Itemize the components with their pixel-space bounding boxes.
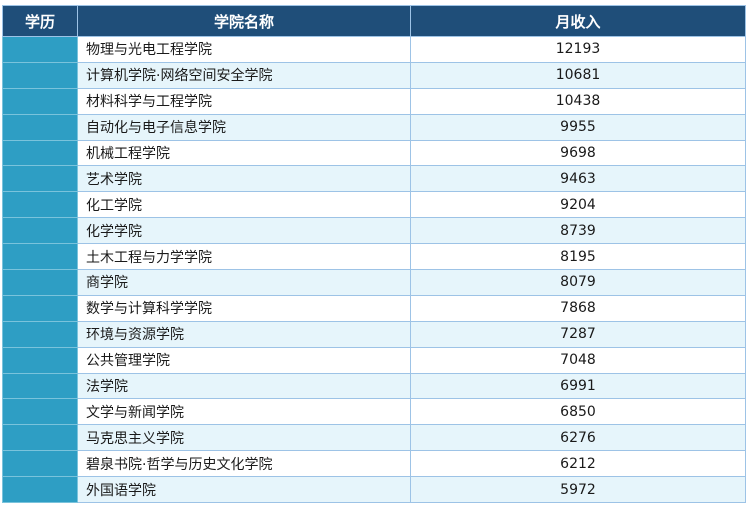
- table-row[interactable]: 化工学院 9204: [2, 191, 746, 219]
- degree-cell: [2, 398, 78, 426]
- college-name-cell: 土木工程与力学学院: [77, 243, 411, 271]
- monthly-income-cell: 6850: [410, 398, 746, 426]
- monthly-income-cell: 9955: [410, 113, 746, 141]
- college-name-cell: 机械工程学院: [77, 139, 411, 167]
- degree-cell: [2, 191, 78, 219]
- table-body: 物理与光电工程学院 12193 计算机学院·网络空间安全学院 10681 材料科学与工程…: [2, 36, 746, 504]
- monthly-income-cell: 9204: [410, 191, 746, 219]
- degree-cell: [2, 36, 78, 63]
- college-name-cell: 马克思主义学院: [77, 424, 411, 452]
- monthly-income-cell: 5972: [410, 476, 746, 504]
- college-name-cell: 艺术学院: [77, 165, 411, 193]
- monthly-income-cell: 9463: [410, 165, 746, 193]
- monthly-income-cell: 10438: [410, 87, 746, 115]
- monthly-income-cell: 12193: [410, 36, 746, 63]
- degree-cell: [2, 269, 78, 296]
- monthly-income-cell: 10681: [410, 61, 746, 89]
- monthly-income-cell: 7868: [410, 294, 746, 322]
- table-row[interactable]: 马克思主义学院 6276: [2, 424, 746, 452]
- college-income-table: 学历 学院名称 月收入 物理与光电工程学院 12193 计算机学院·网络空间安全学院…: [2, 5, 746, 504]
- degree-cell: [2, 113, 78, 141]
- income-table-container: 学历 学院名称 月收入 物理与光电工程学院 12193 计算机学院·网络空间安全学院…: [2, 5, 746, 504]
- degree-cell: [2, 424, 78, 452]
- degree-cell: [2, 346, 78, 374]
- college-name-cell: 自动化与电子信息学院: [77, 113, 411, 141]
- degree-cell: [2, 294, 78, 322]
- degree-cell: [2, 87, 78, 115]
- college-name-cell: 物理与光电工程学院: [77, 36, 411, 63]
- degree-cell: [2, 243, 78, 271]
- table-row[interactable]: 土木工程与力学学院 8195: [2, 243, 746, 271]
- table-row[interactable]: 环境与资源学院 7287: [2, 320, 746, 348]
- monthly-income-cell: 6212: [410, 450, 746, 478]
- table-header: 学历 学院名称 月收入: [2, 5, 746, 37]
- table-row[interactable]: 文学与新闻学院 6850: [2, 398, 746, 426]
- degree-cell: [2, 450, 78, 478]
- monthly-income-cell: 6276: [410, 424, 746, 452]
- table-row[interactable]: 物理与光电工程学院 12193: [2, 36, 746, 63]
- degree-cell: [2, 320, 78, 348]
- monthly-income-cell: 7287: [410, 320, 746, 348]
- table-row[interactable]: 化学学院 8739: [2, 217, 746, 245]
- header-college-name[interactable]: 学院名称: [77, 5, 411, 37]
- college-name-cell: 化学学院: [77, 217, 411, 245]
- table-row[interactable]: 商学院 8079: [2, 269, 746, 296]
- degree-cell: [2, 61, 78, 89]
- table-row[interactable]: 计算机学院·网络空间安全学院 10681: [2, 61, 746, 89]
- college-name-cell: 外国语学院: [77, 476, 411, 504]
- header-degree[interactable]: 学历: [2, 5, 78, 37]
- header-row: 学历 学院名称 月收入: [2, 5, 746, 37]
- table-row[interactable]: 公共管理学院 7048: [2, 346, 746, 374]
- degree-cell: [2, 372, 78, 400]
- monthly-income-cell: 8079: [410, 269, 746, 296]
- monthly-income-cell: 8195: [410, 243, 746, 271]
- college-name-cell: 文学与新闻学院: [77, 398, 411, 426]
- table-row[interactable]: 自动化与电子信息学院 9955: [2, 113, 746, 141]
- college-name-cell: 环境与资源学院: [77, 320, 411, 348]
- table-row[interactable]: 机械工程学院 9698: [2, 139, 746, 167]
- college-name-cell: 法学院: [77, 372, 411, 400]
- header-monthly-income[interactable]: 月收入: [410, 5, 746, 37]
- college-name-cell: 公共管理学院: [77, 346, 411, 374]
- table-row[interactable]: 数学与计算科学学院 7868: [2, 294, 746, 322]
- college-name-cell: 化工学院: [77, 191, 411, 219]
- table-row[interactable]: 外国语学院 5972: [2, 476, 746, 504]
- monthly-income-cell: 8739: [410, 217, 746, 245]
- monthly-income-cell: 9698: [410, 139, 746, 167]
- degree-cell: [2, 165, 78, 193]
- monthly-income-cell: 6991: [410, 372, 746, 400]
- degree-cell: [2, 476, 78, 504]
- college-name-cell: 计算机学院·网络空间安全学院: [77, 61, 411, 89]
- college-name-cell: 碧泉书院·哲学与历史文化学院: [77, 450, 411, 478]
- table-row[interactable]: 碧泉书院·哲学与历史文化学院 6212: [2, 450, 746, 478]
- table-row[interactable]: 艺术学院 9463: [2, 165, 746, 193]
- monthly-income-cell: 7048: [410, 346, 746, 374]
- table-row[interactable]: 材料科学与工程学院 10438: [2, 87, 746, 115]
- table-row[interactable]: 法学院 6991: [2, 372, 746, 400]
- college-name-cell: 数学与计算科学学院: [77, 294, 411, 322]
- degree-cell: [2, 217, 78, 245]
- degree-cell: [2, 139, 78, 167]
- college-name-cell: 材料科学与工程学院: [77, 87, 411, 115]
- college-name-cell: 商学院: [77, 269, 411, 296]
